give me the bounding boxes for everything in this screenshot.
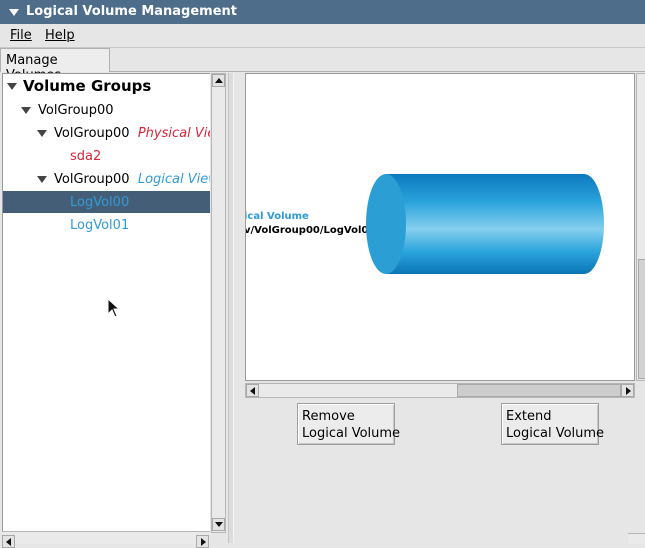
menu-bar: File Help [0, 24, 645, 48]
menu-help[interactable]: Help [45, 28, 75, 43]
tree-logical-vg-label: VolGroup00 [54, 172, 130, 187]
collapse-arrow-icon[interactable] [37, 176, 47, 183]
tree-vertical-scrollbar[interactable] [211, 73, 226, 533]
down-arrow-icon [215, 522, 223, 527]
volume-type-label: ical Volume [245, 211, 309, 222]
tree-item-logvol00[interactable]: LogVol00 [70, 195, 129, 210]
scroll-down-button[interactable] [212, 518, 225, 531]
canvas-vertical-scroll-thumb[interactable] [638, 259, 645, 379]
pane-splitter[interactable] [228, 73, 234, 543]
extend-logical-volume-button[interactable]: Extend Logical Volume [501, 403, 605, 445]
menu-file[interactable]: File [10, 28, 32, 43]
canvas-horizontal-scroll-thumb[interactable] [457, 384, 621, 397]
collapse-arrow-icon[interactable] [7, 83, 17, 90]
tree-physical-view-label: Physical View [137, 126, 210, 141]
remove-logical-volume-button[interactable]: Remove Logical Volume [297, 403, 401, 445]
canvas-bottom-scroll-stub [628, 533, 645, 544]
tree-physical-vg-label: VolGroup00 [54, 126, 130, 141]
canvas-horizontal-scrollbar[interactable] [245, 383, 635, 398]
logical-volume-cylinder[interactable] [364, 172, 609, 276]
scroll-left-button[interactable] [2, 535, 15, 548]
volume-canvas[interactable]: ical Volume v/VolGroup00/LogVol00 [245, 73, 635, 381]
left-arrow-icon [6, 538, 11, 546]
window-menu-icon[interactable] [9, 9, 19, 16]
collapse-arrow-icon[interactable] [37, 130, 47, 137]
extend-button-line2: Logical Volume [506, 426, 605, 441]
scroll-up-button[interactable] [212, 74, 225, 87]
tab-border [110, 71, 645, 72]
tree-logical-view-label: Logical View [137, 172, 210, 187]
mouse-cursor-icon [107, 298, 121, 318]
right-arrow-icon [201, 538, 206, 546]
canvas-scroll-right-button[interactable] [621, 384, 634, 397]
collapse-arrow-icon[interactable] [21, 107, 31, 114]
tree-item-logical-vg[interactable]: VolGroup00 Logical View [54, 172, 210, 187]
volume-path-label: v/VolGroup00/LogVol00 [245, 225, 376, 236]
tree-item-sda2[interactable]: sda2 [70, 149, 101, 164]
left-arrow-icon [250, 387, 255, 395]
volume-tree[interactable]: Volume Groups VolGroup00 VolGroup00 Phys… [2, 73, 210, 531]
right-arrow-icon [626, 387, 631, 395]
tab-manage-volumes[interactable]: Manage Volumes [0, 48, 110, 83]
canvas-scroll-left-button[interactable] [246, 384, 259, 397]
menu-file-label: File [10, 28, 32, 43]
extend-button-line1: Extend [506, 409, 552, 424]
tree-item-logvol01[interactable]: LogVol01 [70, 218, 129, 233]
remove-button-line1: Remove [302, 409, 355, 424]
tree-item-volgroup[interactable]: VolGroup00 [38, 103, 114, 118]
remove-button-line2: Logical Volume [302, 426, 401, 441]
menu-help-label: Help [45, 28, 75, 43]
up-arrow-icon [215, 78, 223, 83]
window-title-bar[interactable]: Logical Volume Management [0, 0, 645, 24]
tree-item-physical-vg[interactable]: VolGroup00 Physical View [54, 126, 210, 141]
canvas-vertical-scrollbar[interactable] [636, 73, 645, 381]
tree-root-volume-groups[interactable]: Volume Groups [23, 77, 151, 95]
window-title: Logical Volume Management [26, 4, 238, 19]
scroll-right-button[interactable] [196, 535, 209, 548]
tree-horizontal-scrollbar[interactable] [2, 531, 210, 548]
